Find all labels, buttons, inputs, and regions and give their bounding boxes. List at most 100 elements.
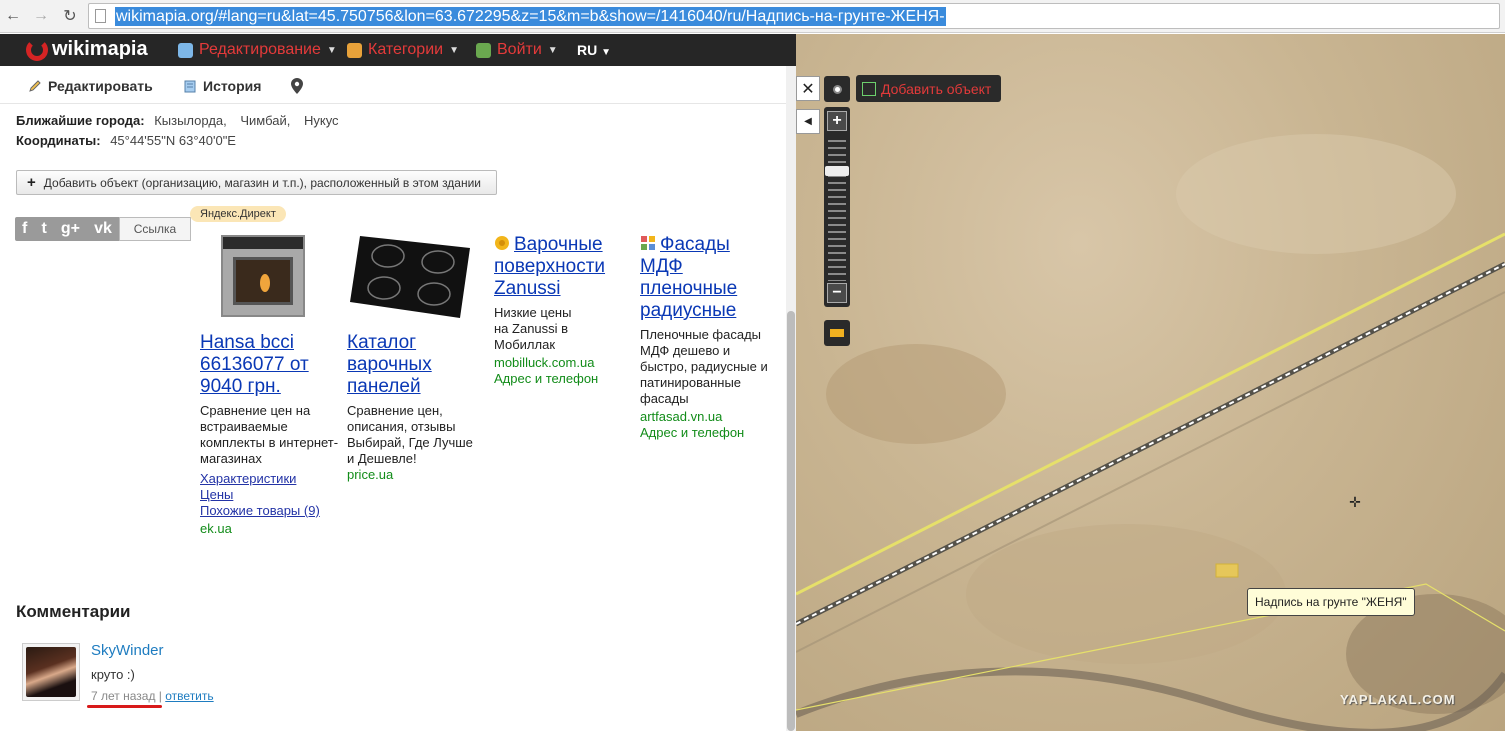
ad-address-link[interactable]: Адрес и телефон: [494, 371, 634, 387]
add-object-in-building-button[interactable]: + Добавить объект (организацию, магазин …: [16, 170, 497, 195]
avatar-image: [26, 647, 76, 697]
address-bar[interactable]: wikimapia.org/#lang=ru&lat=45.750756&lon…: [88, 3, 1500, 29]
menu-edit[interactable]: Редактирование ▼: [178, 41, 337, 59]
menu-login[interactable]: Войти ▼: [476, 41, 558, 59]
zoom-out-button[interactable]: −: [827, 283, 847, 303]
comment-meta: 7 лет назад | ответить: [91, 689, 214, 703]
ad-sitelink[interactable]: Похожие товары (9): [200, 503, 340, 519]
zoom-slider-track[interactable]: [828, 135, 846, 281]
vk-icon[interactable]: vk: [94, 220, 112, 238]
wikimapia-logo-icon: [26, 38, 48, 61]
panel-scrollbar[interactable]: [786, 66, 796, 731]
ad-title-link[interactable]: Фасады МДФ пленочные радиусные: [640, 234, 770, 322]
close-panel-button[interactable]: ✕: [796, 76, 820, 101]
comment-time: 7 лет назад: [91, 689, 156, 703]
history-button[interactable]: История: [183, 78, 261, 94]
ad-item: Hansa bcci 66136077 от 9040 грн. Сравнен…: [200, 332, 340, 537]
city-link[interactable]: Нукус: [304, 113, 339, 128]
location-dot-icon: [832, 84, 842, 94]
satellite-map[interactable]: [796, 34, 1505, 731]
chevron-left-icon: ◀: [804, 116, 812, 127]
menu-categories-label: Категории: [368, 41, 444, 58]
chevron-down-icon: ▼: [326, 44, 337, 56]
ruler-icon: [830, 329, 844, 337]
menu-login-label: Войти: [497, 41, 542, 58]
scrollbar-thumb[interactable]: [787, 311, 795, 731]
ad-title-link[interactable]: Hansa bcci 66136077 от 9040 грн.: [200, 332, 340, 398]
oven-control-panel: [223, 237, 303, 249]
map-add-object-button[interactable]: Добавить объект: [856, 75, 1001, 102]
door-icon: [476, 42, 491, 58]
globe-pencil-icon: [178, 42, 193, 58]
twitter-icon[interactable]: t: [41, 220, 46, 238]
menu-edit-label: Редактирование: [199, 41, 321, 58]
ad-title-link[interactable]: Каталог варочных панелей: [347, 332, 482, 398]
google-plus-icon[interactable]: g+: [61, 220, 80, 238]
forward-arrow-icon[interactable]: →: [31, 6, 51, 26]
reply-link[interactable]: ответить: [165, 689, 213, 703]
share-link-button[interactable]: Ссылка: [119, 217, 191, 241]
ad-title-link[interactable]: Варочные поверхности Zanussi: [494, 234, 634, 300]
cooktop-image[interactable]: [350, 236, 470, 318]
address-url[interactable]: wikimapia.org/#lang=ru&lat=45.750756&lon…: [115, 7, 946, 26]
history-icon: [184, 80, 196, 93]
ad-description: Сравнение цен, описания, отзывы Выбирай,…: [347, 403, 473, 466]
add-polygon-icon: [862, 81, 876, 96]
map-pin-icon[interactable]: [291, 78, 303, 94]
comment-author[interactable]: SkyWinder: [91, 642, 164, 659]
map-object-tooltip: Надпись на грунте "ЖЕНЯ": [1247, 588, 1415, 616]
language-selector[interactable]: RU ▼: [577, 42, 611, 58]
back-arrow-icon[interactable]: ←: [3, 6, 23, 26]
page-icon: [95, 9, 106, 23]
crosshair-cursor-icon: ✛: [1349, 494, 1361, 510]
avatar[interactable]: [22, 643, 80, 701]
categories-tree-icon: [347, 42, 362, 58]
nearest-cities: Ближайшие города: Кызылорда, Чимбай, Нук…: [16, 113, 339, 128]
ad-domain[interactable]: mobilluck.com.ua: [494, 355, 634, 371]
facebook-icon[interactable]: f: [22, 220, 27, 238]
zoom-slider-thumb[interactable]: [825, 166, 849, 176]
comments-heading: Комментарии: [16, 602, 131, 621]
language-label: RU: [577, 42, 598, 58]
ad-item: Каталог варочных панелей Сравнение цен, …: [347, 332, 482, 483]
watermark: YAPLAKAL.COM: [1340, 692, 1456, 707]
edit-button[interactable]: Редактировать: [28, 78, 153, 94]
ad-sitelink[interactable]: Характеристики: [200, 471, 340, 487]
menu-categories[interactable]: Категории ▼: [347, 41, 459, 59]
ad-address-link[interactable]: Адрес и телефон: [640, 425, 770, 441]
coordinates-value: 45°44'55"N 63°40'0"E: [110, 133, 236, 148]
pencil-icon: [29, 80, 41, 92]
ad-sitelink[interactable]: Цены: [200, 487, 340, 503]
wikimapia-header: wikimapia Редактирование ▼ Категории ▼ В…: [0, 34, 796, 66]
browser-toolbar: ← → ↻ wikimapia.org/#lang=ru&lat=45.7507…: [0, 0, 1505, 33]
ad-description: Сравнение цен на встраиваемые комплекты …: [200, 403, 339, 466]
oven-window: [233, 257, 293, 305]
zoom-in-button[interactable]: +: [827, 111, 847, 131]
history-button-label: История: [203, 78, 262, 94]
map-overlay: [796, 134, 1505, 731]
plus-icon: +: [27, 174, 36, 191]
ruler-button[interactable]: [824, 320, 850, 346]
city-link[interactable]: Кызылорда,: [154, 113, 227, 128]
wikimapia-logo[interactable]: wikimapia: [26, 38, 148, 61]
object-toolbar: Редактировать История: [0, 66, 786, 104]
city-link[interactable]: Чимбай,: [240, 113, 290, 128]
my-location-button[interactable]: [824, 76, 850, 102]
map-add-object-label: Добавить объект: [881, 80, 992, 97]
collapse-panel-button[interactable]: ◀: [796, 109, 820, 134]
object-panel: Редактировать История Ближайшие города: …: [0, 66, 796, 731]
nearest-cities-label: Ближайшие города:: [16, 113, 145, 128]
oven-light: [260, 274, 270, 292]
coordinates-label: Координаты:: [16, 133, 101, 148]
ad-domain[interactable]: price.ua: [347, 467, 482, 483]
chevron-down-icon: ▼: [547, 44, 558, 56]
oven-image[interactable]: [221, 235, 305, 317]
yandex-direct-label[interactable]: Яндекс.Директ: [190, 206, 286, 222]
zoom-control[interactable]: + −: [824, 107, 850, 307]
reload-icon[interactable]: ↻: [60, 6, 80, 26]
ad-item: Фасады МДФ пленочные радиусные Пленочные…: [640, 234, 770, 441]
red-underline-mark: [87, 705, 162, 708]
add-object-label: Добавить объект (организацию, магазин и …: [43, 175, 482, 190]
ad-domain[interactable]: ek.ua: [200, 521, 340, 537]
ad-domain[interactable]: artfasad.vn.ua: [640, 409, 770, 425]
